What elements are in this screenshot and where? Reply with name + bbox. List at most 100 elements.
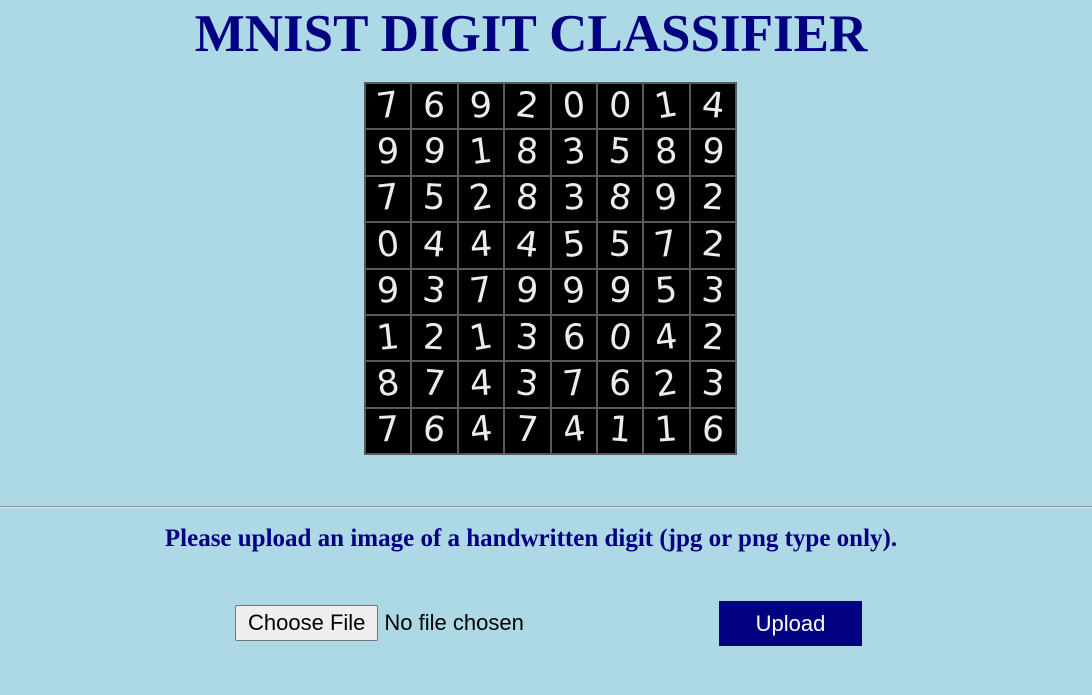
digit-sample-cell: 1 [365,314,412,362]
digit-sample-cell: 3 [550,129,597,176]
digit-sample-cell: 9 [411,129,458,176]
digit-sample-cell: 1 [643,407,690,454]
digit-sample-cell: 3 [689,361,736,408]
digit-sample-cell: 3 [411,268,458,315]
divider [0,506,1092,508]
digit-sample-cell: 1 [596,407,644,454]
digit-sample-cell: 4 [457,361,505,408]
digit-sample: 4 [468,363,494,405]
mnist-sample-grid: 7692001499183589752838920444557293799953… [364,82,737,455]
digit-sample-cell: 4 [457,222,505,269]
digit-sample-cell: 2 [643,361,690,408]
digit-sample: 3 [420,269,449,313]
digit-sample: 3 [699,362,727,405]
digit-sample-cell: 7 [457,268,505,315]
digit-sample: 7 [560,362,587,405]
digit-sample: 4 [513,223,541,267]
digit-sample-cell: 1 [457,129,505,176]
digit-sample: 7 [467,269,495,313]
file-status-text: No file chosen [384,610,524,635]
digit-sample-cell: 5 [550,222,597,269]
digit-sample-cell: 2 [411,314,458,362]
digit-sample: 7 [374,84,402,128]
upload-instructions: Please upload an image of a handwritten … [164,525,898,552]
digit-sample: 5 [422,177,447,219]
digit-sample-cell: 5 [596,129,644,176]
digit-sample-cell: 4 [689,83,736,130]
digit-sample: 6 [607,363,633,405]
digit-sample-cell: 2 [689,175,736,223]
digit-sample-cell: 7 [504,407,551,454]
digit-sample: 2 [700,316,726,359]
digit-sample: 8 [514,131,540,173]
digit-sample-cell: 5 [643,268,690,315]
digit-sample-cell: 1 [643,83,690,130]
digit-sample: 9 [607,270,633,313]
digit-sample-cell: 8 [504,129,551,176]
digit-sample-cell: 5 [411,175,458,223]
digit-sample-cell: 3 [504,361,551,408]
digit-sample-cell: 7 [365,175,412,223]
digit-sample: 5 [560,223,587,266]
digit-sample-cell: 0 [550,83,597,130]
digit-sample: 3 [699,269,727,313]
digit-sample: 8 [606,176,635,220]
digit-sample-cell: 9 [365,268,412,315]
upload-button[interactable]: Upload [719,601,862,646]
digit-sample-cell: 7 [365,407,412,454]
digit-sample: 7 [514,409,540,452]
digit-sample-cell: 7 [643,222,690,269]
digit-sample: 6 [421,84,448,127]
digit-sample: 1 [651,84,681,128]
digit-sample: 1 [467,130,495,174]
choose-file-button[interactable]: Choose File [235,605,379,641]
digit-sample: 6 [699,409,727,452]
digit-sample: 9 [652,177,680,220]
digit-sample: 6 [561,317,586,359]
digit-sample: 2 [422,317,447,359]
digit-sample: 0 [607,85,633,127]
digit-sample-cell: 3 [550,175,597,223]
digit-sample-cell: 7 [365,83,412,130]
digit-sample: 9 [699,130,727,174]
digit-sample-cell: 1 [457,314,505,362]
digit-sample-cell: 6 [596,361,644,408]
digit-sample: 9 [468,84,494,127]
digit-sample-cell: 4 [457,407,505,454]
digit-sample: 7 [374,177,402,220]
digit-sample: 2 [466,176,496,221]
digit-sample-cell: 7 [550,361,597,408]
digit-sample: 8 [374,362,402,406]
digit-sample: 1 [653,409,679,452]
digit-sample: 5 [607,131,633,173]
digit-sample-cell: 4 [550,407,597,454]
digit-sample-cell: 9 [365,129,412,176]
digit-sample-cell: 0 [596,314,644,362]
digit-sample-cell: 3 [689,268,736,315]
digit-sample-cell: 9 [689,129,736,176]
digit-sample-cell: 4 [504,222,551,269]
digit-sample: 3 [513,362,541,406]
page-title: MNIST DIGIT CLASSIFIER [194,5,868,63]
digit-sample: 5 [653,270,679,312]
file-input[interactable]: Choose File No file chosen [235,605,524,641]
digit-sample: 9 [375,131,401,173]
digit-sample: 7 [421,363,448,405]
digit-sample: 4 [467,409,495,452]
digit-sample-cell: 4 [643,314,690,362]
digit-sample: 8 [514,177,541,220]
digit-sample: 4 [468,224,494,266]
digit-sample-cell: 6 [689,407,736,454]
digit-sample: 5 [607,224,633,266]
digit-sample-cell: 4 [411,222,458,269]
digit-sample-cell: 0 [365,222,412,269]
digit-sample-cell: 6 [550,314,597,362]
digit-sample-cell: 8 [596,175,644,223]
digit-sample: 0 [606,316,635,360]
digit-sample: 6 [420,408,449,452]
digit-sample: 3 [514,316,541,359]
digit-sample-cell: 9 [504,268,551,315]
digit-sample-cell: 9 [643,175,690,223]
digit-sample: 2 [699,223,727,266]
digit-sample: 9 [420,130,449,174]
